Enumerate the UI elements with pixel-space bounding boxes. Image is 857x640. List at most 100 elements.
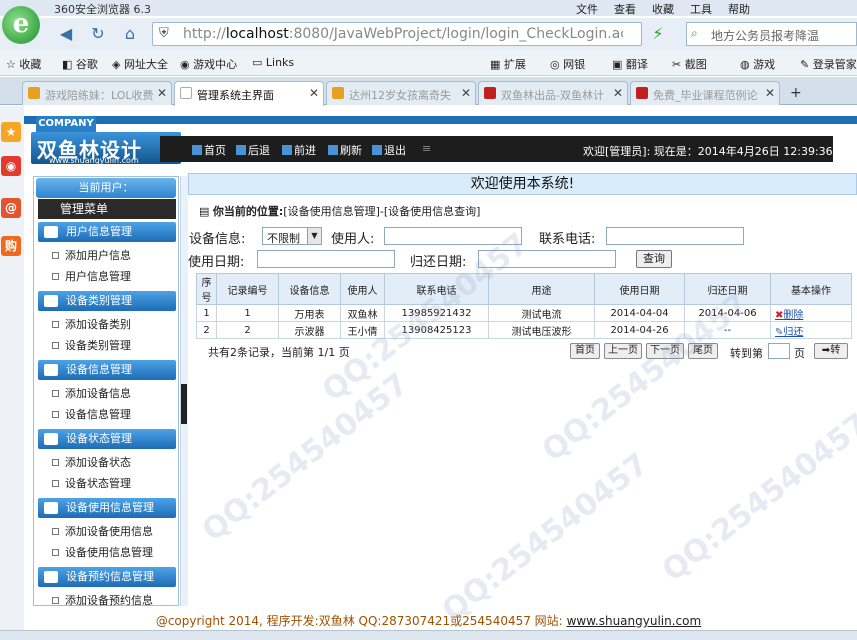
fav-games[interactable]: ◉ 游戏中心 [180,56,237,72]
delete-link[interactable]: ✖删除 [770,304,852,322]
menu-help[interactable]: 帮助 [728,3,750,16]
close-icon[interactable]: ✕ [765,86,775,100]
close-icon[interactable]: ✕ [461,86,471,100]
tab-news[interactable]: 达州12岁女孩离奇失 ✕ [326,81,476,105]
welcome-banner: 欢迎使用本系统! [188,173,857,195]
star-icon[interactable]: ★ [1,122,21,142]
forward-button[interactable]: 前进 [282,142,316,158]
breadcrumb: ▤ 你当前的位置:[设备使用信息管理]-[设备使用信息查询] [199,205,481,218]
refresh-button[interactable]: 刷新 [328,142,362,158]
col-return-date: 归还日期 [684,273,771,305]
browser-logo-icon: e [2,6,40,44]
search-text: 地方公务员报考降温 [711,29,820,43]
tab-shuangyulin[interactable]: 双鱼林出品-双鱼林计 ✕ [478,81,628,105]
menu-add-device-usage[interactable]: 添加设备使用信息 [52,523,153,539]
tab-lol[interactable]: 游戏陪练妹：LOL收费 ✕ [22,81,172,105]
power-icon [372,145,382,155]
prev-page-button[interactable]: 上一页 [604,343,642,359]
menu-tools[interactable]: 工具 [690,3,712,16]
mail-icon[interactable]: @ [1,198,21,218]
menu-manage-device[interactable]: 设备信息管理 [52,406,131,422]
group-icon [44,502,58,514]
home-icon [192,145,202,155]
user-input[interactable] [384,227,522,245]
menu-manage-device-state[interactable]: 设备状态管理 [52,475,131,491]
menu-add-device-state[interactable]: 添加设备状态 [52,454,131,470]
ext-login[interactable]: ✎ 登录管家 [800,56,857,72]
page-number-input[interactable] [768,343,790,359]
phone-filter-label: 联系电话: [539,232,596,247]
query-button[interactable]: 查询 [636,250,672,268]
menu-manage-device-usage[interactable]: 设备使用信息管理 [52,544,153,560]
current-user: 当前用户： [36,178,176,198]
return-link[interactable]: ✎归还 [770,321,852,339]
fav-url-nav[interactable]: ◈ 网址大全 [112,56,168,72]
address-text: http://localhost:8080/JavaWebProject/log… [183,26,623,42]
home-icon[interactable]: ⌂ [118,22,142,46]
fav-google[interactable]: ◧ 谷歌 [62,56,98,72]
table-row: 2 2 示波器 王小倩 13908425123 测试电压波形 2014-04-2… [196,321,852,339]
menu-manage-user[interactable]: 用户信息管理 [52,268,131,284]
new-tab-icon[interactable]: + [790,85,802,101]
tab-admin-main[interactable]: 管理系统主界面 ✕ [174,81,324,106]
group-device-usage[interactable]: 设备使用信息管理 [38,498,176,518]
col-use-date: 使用日期 [594,273,685,305]
back-button[interactable]: 后退 [236,142,270,158]
search-box[interactable]: ⌕ 地方公务员报考降温 [686,22,857,46]
shop-icon[interactable]: 购 [1,236,21,256]
weibo-icon[interactable]: ◉ [1,156,21,176]
menu-favorites[interactable]: 收藏 [652,3,674,16]
group-device-info[interactable]: 设备信息管理 [38,360,176,380]
toolbar-menu-icon: ≡ [422,142,432,155]
col-purpose: 用途 [488,273,595,305]
phone-input[interactable] [606,227,744,245]
goto-button[interactable]: ➡转 [814,343,848,359]
menu-add-user[interactable]: 添加用户信息 [52,247,131,263]
use-date-input[interactable] [257,250,395,268]
return-date-input[interactable] [478,250,616,268]
menu-add-device-booking[interactable]: 添加设备预约信息 [52,592,153,608]
main-menu-title: 管理菜单 [38,199,176,219]
search-icon: ⌕ [691,26,698,40]
collapse-handle[interactable] [181,384,187,424]
group-device-booking[interactable]: 设备预约信息管理 [38,567,176,587]
close-icon[interactable]: ✕ [157,86,167,100]
group-user-info[interactable]: 用户信息管理 [38,222,176,242]
site-link[interactable]: www.shuangyulin.com [567,614,702,628]
col-record-no: 记录编号 [216,273,279,305]
menu-add-device[interactable]: 添加设备信息 [52,385,131,401]
crumb-icon: ▤ [199,205,213,218]
next-page-button[interactable]: 下一页 [646,343,684,359]
lightning-icon[interactable]: ⚡ [646,22,670,46]
back-arrow-icon[interactable]: ◀ [54,22,78,46]
ext-translate[interactable]: ▣ 翻译 [612,56,648,72]
close-icon[interactable]: ✕ [613,86,623,100]
tab-free-course[interactable]: 免费_毕业课程范例论 ✕ [630,81,780,105]
fav-links[interactable]: ▭ Links [252,56,294,69]
fav-collect[interactable]: ☆ 收藏 [6,56,41,72]
ext-bank[interactable]: ◎ 网银 [550,56,585,72]
brand-logo: 双鱼林设计 www.shuangyulin.com [31,132,181,165]
group-icon [44,571,58,583]
col-phone: 联系电话 [384,273,489,305]
ext-game[interactable]: ◍ 游戏 [740,56,775,72]
group-icon [44,226,58,238]
close-icon[interactable]: ✕ [309,86,319,100]
user-filter-label: 使用人: [331,232,375,247]
menu-file[interactable]: 文件 [576,3,598,16]
reload-icon[interactable]: ↻ [86,22,110,46]
address-bar[interactable]: ⛨ http://localhost:8080/JavaWebProject/l… [152,22,642,46]
last-page-button[interactable]: 尾页 [688,343,718,359]
menu-manage-device-type[interactable]: 设备类别管理 [52,337,131,353]
device-select[interactable]: 不限制 ▼ [262,227,322,245]
menu-view[interactable]: 查看 [614,3,636,16]
logout-button[interactable]: 退出 [372,142,406,158]
first-page-button[interactable]: 首页 [570,343,600,359]
home-button[interactable]: 首页 [192,142,226,158]
chevron-down-icon: ▼ [307,228,321,244]
group-device-type[interactable]: 设备类别管理 [38,291,176,311]
menu-add-device-type[interactable]: 添加设备类别 [52,316,131,332]
group-device-state[interactable]: 设备状态管理 [38,429,176,449]
ext-extend[interactable]: ▦ 扩展 [490,56,526,72]
ext-screenshot[interactable]: ✂ 截图 [672,56,707,72]
